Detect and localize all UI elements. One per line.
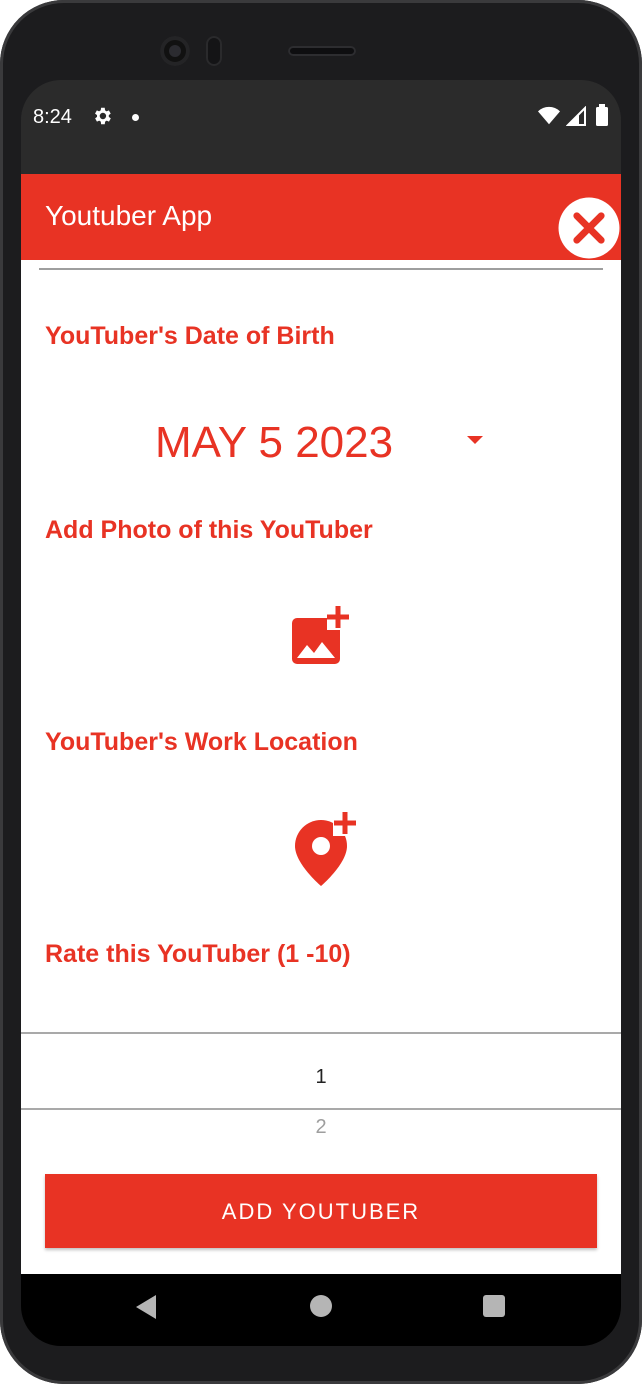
back-icon[interactable] [134, 1294, 158, 1320]
dob-label: YouTuber's Date of Birth [45, 322, 335, 350]
phone-frame: 8:24 Youtuber App YouTuber's Date of Bir… [0, 0, 642, 1384]
earpiece-speaker [288, 46, 356, 56]
signal-icon [566, 106, 586, 126]
dob-value[interactable]: MAY 5 2023 [155, 418, 393, 468]
front-camera [160, 36, 190, 66]
photo-label: Add Photo of this YouTuber [45, 516, 373, 544]
app-bar: Youtuber App [21, 174, 621, 260]
battery-icon [596, 104, 608, 126]
picker-divider-bottom [21, 1108, 621, 1110]
status-time: 8:24 [33, 106, 72, 128]
add-youtuber-button[interactable]: ADD YOUTUBER [45, 1174, 597, 1248]
status-bar: 8:24 [21, 80, 621, 174]
navigation-bar [21, 1274, 621, 1346]
picker-selected-value[interactable]: 1 [21, 1066, 621, 1089]
rating-number-picker[interactable]: 1 2 [21, 1032, 621, 1142]
picker-divider-top [21, 1032, 621, 1034]
rating-label: Rate this YouTuber (1 -10) [45, 940, 351, 968]
dropdown-arrow-icon[interactable] [467, 436, 483, 444]
home-icon[interactable] [310, 1295, 332, 1317]
notification-dot-icon [132, 114, 139, 121]
recents-icon[interactable] [483, 1295, 505, 1317]
phone-bezel [0, 0, 642, 80]
picker-next-value[interactable]: 2 [21, 1116, 621, 1139]
close-icon[interactable] [557, 196, 621, 260]
divider [39, 268, 603, 270]
add-location-icon[interactable] [291, 810, 357, 886]
add-photo-icon[interactable] [289, 604, 353, 668]
screen: 8:24 Youtuber App YouTuber's Date of Bir… [21, 80, 621, 1346]
app-title: Youtuber App [45, 200, 213, 231]
form-content: YouTuber's Date of Birth MAY 5 2023 Add … [21, 260, 621, 1274]
gear-icon [95, 107, 111, 125]
location-label: YouTuber's Work Location [45, 728, 358, 756]
wifi-icon [538, 106, 560, 125]
proximity-sensor [206, 36, 222, 66]
